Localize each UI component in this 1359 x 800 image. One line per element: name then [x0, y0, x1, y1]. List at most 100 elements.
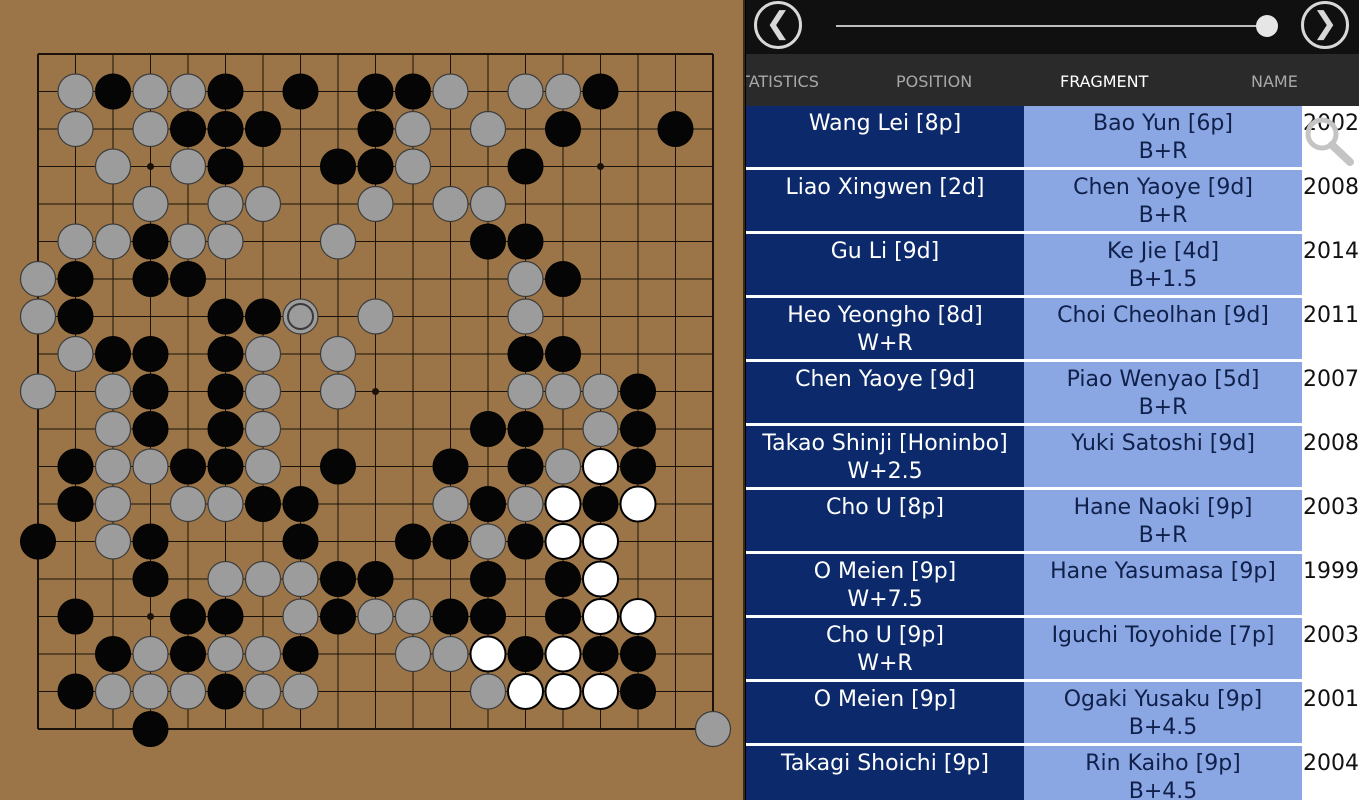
white-player-cell: Yuki Satoshi [9d]	[1024, 426, 1302, 487]
grey-stone	[507, 260, 544, 298]
tab-statistics[interactable]: STATISTICS	[746, 72, 819, 91]
game-result: B+R	[1138, 395, 1188, 420]
grey-stone	[469, 110, 507, 148]
game-row[interactable]: Wang Lei [8p] Bao Yun [6p] B+R 2002	[746, 106, 1359, 170]
tab-bar: STATISTICS POSITION FRAGMENT NAME	[746, 54, 1359, 106]
grey-stone	[19, 260, 57, 298]
game-row[interactable]: Takao Shinji [Honinbo] W+2.5 Yuki Satoshi …	[746, 426, 1359, 490]
black-stone	[620, 411, 656, 447]
black-stone	[357, 73, 394, 110]
black-stone	[207, 111, 244, 147]
black-stone	[470, 561, 506, 597]
grey-stone	[244, 373, 282, 410]
black-stone	[170, 261, 206, 297]
black-stone	[132, 373, 169, 410]
right-panel: ❮ ❯ STATISTICS POSITION FRAGMENT NAME Wa…	[746, 0, 1359, 800]
black-stone	[507, 336, 544, 372]
grey-stone	[132, 635, 169, 673]
black-stone	[170, 598, 206, 635]
black-stone	[245, 298, 281, 335]
grey-stone	[207, 485, 244, 523]
move-slider-thumb[interactable]	[1256, 15, 1279, 37]
game-year: 1999	[1303, 559, 1359, 584]
black-stone	[132, 223, 169, 260]
black-stone	[470, 486, 506, 522]
search-icon[interactable]	[1300, 116, 1359, 168]
black-stone	[207, 598, 244, 635]
black-stone	[545, 561, 581, 597]
game-year: 2001	[1303, 687, 1359, 712]
grey-stone	[244, 410, 282, 448]
tab-fragment[interactable]: FRAGMENT	[1060, 72, 1148, 91]
black-stone	[507, 636, 544, 672]
year-cell: 1999	[1302, 554, 1359, 615]
player-name: Ogaki Yusaku [9p]	[1063, 687, 1263, 712]
game-row[interactable]: Heo Yeongho [8d] W+R Choi Cheolhan [9d] 201…	[746, 298, 1359, 362]
white-stone	[582, 598, 619, 635]
grey-stone	[132, 673, 169, 710]
grey-stone	[19, 373, 57, 410]
grey-stone	[432, 73, 469, 110]
game-result: B+4.5	[1128, 779, 1198, 800]
grey-stone	[282, 598, 319, 635]
game-row[interactable]: Liao Xingwen [2d] Chen Yaoye [9d] B+R 2008	[746, 170, 1359, 234]
game-result: W+2.5	[847, 459, 923, 484]
player-name: Bao Yun [6p]	[1093, 111, 1233, 136]
black-stone	[57, 486, 94, 522]
black-stone	[207, 73, 244, 110]
game-row[interactable]: Cho U [9p] W+R Iguchi Toyohide [7p] 2003	[746, 618, 1359, 682]
grey-stone	[169, 73, 207, 110]
grey-stone	[19, 298, 57, 335]
black-stone	[545, 111, 581, 147]
black-stone	[207, 448, 244, 485]
black-stone	[57, 298, 94, 335]
player-name: Ke Jie [4d]	[1106, 239, 1220, 264]
black-stone	[95, 336, 131, 372]
game-row[interactable]: O Meien [9p] Ogaki Yusaku [9p] B+4.5 2001	[746, 682, 1359, 746]
player-name: Takao Shinji [Honinbo]	[762, 431, 1008, 456]
grey-stone	[357, 298, 394, 335]
black-stone	[395, 73, 431, 110]
year-cell: 2007	[1302, 362, 1359, 423]
grey-stone	[207, 223, 244, 260]
black-stone	[95, 636, 131, 672]
tab-name[interactable]: NAME	[1251, 72, 1298, 91]
move-slider-track[interactable]	[836, 25, 1276, 27]
black-player-cell: Cho U [8p]	[746, 490, 1024, 551]
grey-stone	[94, 223, 132, 260]
black-stone	[507, 523, 544, 560]
player-name: Choi Cheolhan [9d]	[1057, 303, 1269, 328]
previous-move-button[interactable]: ❮	[754, 1, 802, 49]
grey-stone	[244, 335, 282, 373]
game-result: W+R	[857, 651, 913, 676]
white-stone	[619, 485, 657, 523]
black-player-cell: Cho U [9p] W+R	[746, 618, 1024, 679]
player-name: Wang Lei [8p]	[808, 111, 962, 136]
black-stone	[620, 448, 656, 485]
go-board[interactable]	[0, 0, 745, 800]
black-stone	[57, 598, 94, 635]
grey-stone	[207, 560, 244, 598]
tab-position[interactable]: POSITION	[896, 72, 972, 91]
games-list: Wang Lei [8p] Bao Yun [6p] B+R 2002 Liao Xin…	[746, 106, 1359, 800]
white-player-cell: Ke Jie [4d] B+1.5	[1024, 234, 1302, 295]
game-row[interactable]: O Meien [9p] W+7.5 Hane Yasumasa [9p] 1999	[746, 554, 1359, 618]
game-result: B+1.5	[1128, 267, 1198, 292]
grey-stone	[132, 185, 169, 223]
year-cell: 2004	[1302, 746, 1359, 800]
black-stone	[207, 673, 244, 710]
black-player-cell: Liao Xingwen [2d]	[746, 170, 1024, 231]
player-name: Heo Yeongho [8d]	[787, 303, 983, 328]
year-cell: 2014	[1302, 234, 1359, 295]
black-stone	[432, 598, 469, 635]
next-move-button[interactable]: ❯	[1301, 1, 1349, 49]
game-row[interactable]: Takagi Shoichi [9p] Rin Kaiho [9p] B+4.5 20…	[746, 746, 1359, 800]
chevron-left-icon: ❮	[765, 6, 791, 41]
grey-stone	[394, 635, 432, 673]
game-row[interactable]: Gu Li [9d] Ke Jie [4d] B+1.5 2014	[746, 234, 1359, 298]
game-row[interactable]: Chen Yaoye [9d] Piao Wenyao [5d] B+R 2007	[746, 362, 1359, 426]
grey-stone	[694, 710, 732, 748]
game-row[interactable]: Cho U [8p] Hane Naoki [9p] B+R 2003	[746, 490, 1359, 554]
black-stone	[132, 411, 169, 447]
grey-stone	[94, 148, 132, 185]
